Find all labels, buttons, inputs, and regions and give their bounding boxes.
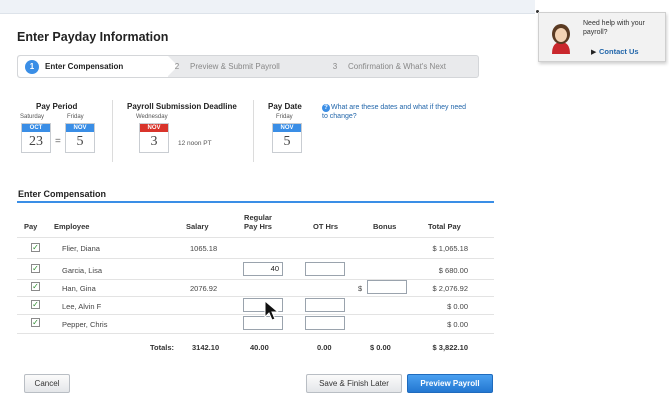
- total-salary: 3142.10: [192, 343, 220, 352]
- total-regular-hrs: 40.00: [250, 343, 269, 352]
- top-bar: [0, 0, 535, 14]
- row-divider: [17, 258, 494, 259]
- save-finish-later-button[interactable]: Save & Finish Later: [306, 374, 402, 393]
- col-header-pay: Pay: [24, 222, 38, 231]
- pay-period-start-weekday: Saturday: [20, 114, 45, 120]
- ot-hrs-input[interactable]: [305, 298, 345, 312]
- pay-checkbox[interactable]: ✓: [31, 264, 40, 273]
- col-header-regular-hrs: Regular Pay Hrs: [244, 213, 272, 231]
- deadline-label: Payroll Submission Deadline: [127, 102, 237, 111]
- cancel-button[interactable]: Cancel: [24, 374, 70, 393]
- step-label: Enter Compensation: [45, 62, 124, 71]
- divider: [253, 100, 254, 162]
- row-divider: [17, 279, 494, 280]
- step-label: Preview & Submit Payroll: [190, 62, 280, 71]
- preview-payroll-button[interactable]: Preview Payroll: [407, 374, 493, 393]
- row-divider: [17, 314, 494, 315]
- calendar-month: OCT: [22, 124, 50, 132]
- date-range-dash: =: [55, 136, 61, 147]
- regular-hrs-input[interactable]: 40: [243, 262, 283, 276]
- pay-date-weekday: Friday: [276, 114, 293, 120]
- bonus-input[interactable]: [367, 280, 407, 294]
- calendar-day: 5: [283, 134, 291, 149]
- calendar-month: NOV: [66, 124, 94, 132]
- pay-date-label: Pay Date: [268, 102, 302, 111]
- contact-us-link[interactable]: Contact Us: [599, 47, 639, 56]
- row-divider: [17, 296, 494, 297]
- employee-salary: 1065.18: [190, 244, 218, 253]
- calendar-month: NOV: [140, 124, 168, 132]
- pay-period-label: Pay Period: [36, 102, 78, 111]
- deadline-time: 12 noon PT: [178, 140, 212, 147]
- employee-total-pay: $ 1,065.18: [432, 244, 468, 253]
- calendar-day: 5: [76, 134, 84, 149]
- step-preview-submit[interactable]: 2 Preview & Submit Payroll: [170, 56, 280, 77]
- step-number: 3: [332, 62, 338, 71]
- mouse-cursor-icon: [264, 300, 280, 321]
- section-underline: [17, 201, 494, 203]
- step-number: 2: [174, 62, 180, 71]
- pay-checkbox[interactable]: ✓: [31, 282, 40, 291]
- col-header-ot-hrs: OT Hrs: [313, 222, 339, 231]
- step-confirmation[interactable]: 3 Confirmation & What's Next: [328, 56, 446, 77]
- employee-total-pay: $ 680.00: [438, 266, 468, 275]
- deadline-calendar: NOV 3: [139, 123, 169, 153]
- dates-info-link[interactable]: ? What are these dates and what if they n…: [322, 103, 472, 121]
- col-header-employee: Employee: [54, 222, 90, 231]
- row-divider: [17, 237, 494, 238]
- support-agent-icon: [552, 24, 570, 54]
- total-ot-hrs: 0.00: [317, 343, 332, 352]
- row-divider: [17, 333, 494, 334]
- employee-total-pay: $ 2,076.92: [432, 284, 468, 293]
- employee-name: Han, Gina: [62, 284, 96, 293]
- employee-total-pay: $ 0.00: [447, 320, 468, 329]
- pay-checkbox[interactable]: ✓: [31, 318, 40, 327]
- step-number: 1: [25, 59, 39, 74]
- employee-name: Flier, Diana: [62, 244, 100, 253]
- play-arrow-icon: ▶: [591, 49, 597, 56]
- dates-info-text: What are these dates and what if they ne…: [322, 104, 467, 120]
- calendar-day: 23: [29, 134, 43, 149]
- employee-total-pay: $ 0.00: [447, 302, 468, 311]
- pay-date-calendar: NOV 5: [272, 123, 302, 153]
- pay-period-end-weekday: Friday: [67, 114, 84, 120]
- col-header-total-pay: Total Pay: [428, 222, 461, 231]
- ot-hrs-input[interactable]: [305, 262, 345, 276]
- compensation-title: Enter Compensation: [18, 189, 107, 199]
- employee-name: Lee, Alvin F: [62, 302, 102, 311]
- totals-label: Totals:: [150, 343, 175, 352]
- step-label: Confirmation & What's Next: [348, 62, 447, 71]
- deadline-weekday: Wednesday: [136, 114, 168, 120]
- calendar-month: NOV: [273, 124, 301, 132]
- col-header-bonus: Bonus: [373, 222, 397, 231]
- employee-name: Pepper, Chris: [62, 320, 108, 329]
- divider: [112, 100, 113, 162]
- pay-checkbox[interactable]: ✓: [31, 243, 40, 252]
- employee-salary: 2076.92: [190, 284, 218, 293]
- help-question-text: Need help with your payroll?: [583, 20, 645, 36]
- page-title: Enter Payday Information: [17, 30, 169, 44]
- col-header-salary: Salary: [186, 222, 209, 231]
- question-icon: ?: [322, 104, 330, 112]
- employee-name: Garcia, Lisa: [62, 266, 103, 275]
- bonus-currency: $: [358, 284, 363, 293]
- ot-hrs-input[interactable]: [305, 316, 345, 330]
- pay-period-end-calendar: NOV 5: [65, 123, 95, 153]
- pay-period-start-calendar: OCT 23: [21, 123, 51, 153]
- pay-checkbox[interactable]: ✓: [31, 300, 40, 309]
- total-pay: $ 3,822.10: [432, 343, 468, 352]
- step-enter-compensation[interactable]: 1 Enter Compensation: [18, 56, 178, 77]
- progress-steps: 1 Enter Compensation 2 Preview & Submit …: [17, 55, 479, 78]
- total-bonus: $ 0.00: [370, 343, 391, 352]
- calendar-day: 3: [150, 134, 158, 149]
- help-panel: Need help with your payroll? ▶ Contact U…: [538, 12, 666, 62]
